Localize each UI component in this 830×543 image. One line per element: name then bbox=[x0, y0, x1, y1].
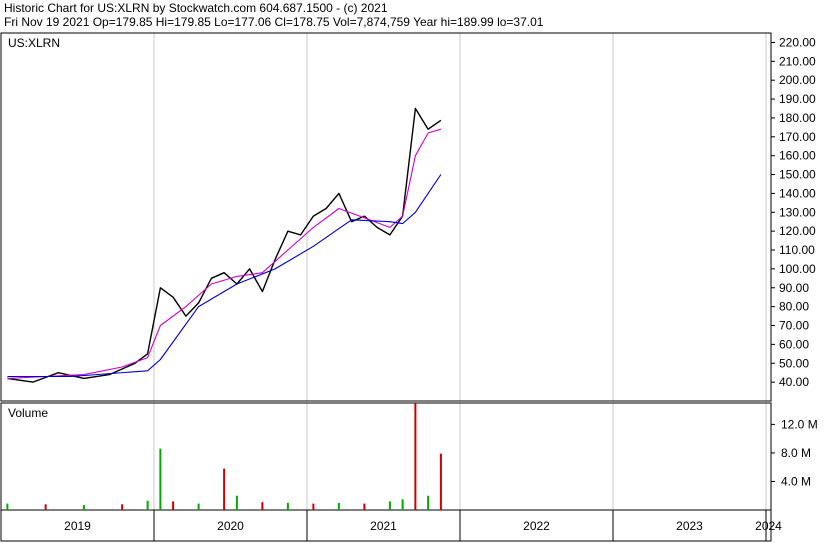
price-tick-label: 50.00 bbox=[779, 356, 809, 370]
price-series-line bbox=[7, 128, 442, 379]
year-label: 2022 bbox=[523, 519, 550, 533]
price-series-line bbox=[7, 107, 442, 383]
price-tick-label: 90.00 bbox=[779, 281, 809, 295]
price-tick-label: 150.00 bbox=[779, 168, 816, 182]
price-tick-label: 140.00 bbox=[779, 186, 816, 200]
year-label: 2024 bbox=[755, 519, 782, 533]
price-tick-label: 190.00 bbox=[779, 92, 816, 106]
price-tick-label: 70.00 bbox=[779, 319, 809, 333]
price-tick-label: 200.00 bbox=[779, 73, 816, 87]
price-panel-title: US:XLRN bbox=[8, 36, 60, 50]
volume-panel-title: Volume bbox=[8, 406, 48, 420]
volume-tick-label: 12.0 M bbox=[781, 417, 818, 431]
grid bbox=[153, 33, 767, 541]
volume-tick-label: 8.0 M bbox=[781, 446, 811, 460]
price-tick-label: 80.00 bbox=[779, 300, 809, 314]
year-label: 2023 bbox=[676, 519, 703, 533]
year-label: 2019 bbox=[64, 519, 91, 533]
price-tick-label: 110.00 bbox=[779, 243, 815, 257]
price-tick-label: 60.00 bbox=[779, 337, 809, 351]
price-tick-label: 160.00 bbox=[779, 149, 816, 163]
price-tick-label: 120.00 bbox=[779, 224, 816, 238]
volume-panel-frame bbox=[0, 402, 772, 511]
price-panel-frame bbox=[0, 32, 772, 402]
price-tick-label: 210.00 bbox=[779, 54, 816, 68]
price-series-line bbox=[7, 174, 442, 378]
volume-tick-label: 4.0 M bbox=[781, 474, 811, 488]
stock-chart: US:XLRN Volume 220.00 210.00 200.00 190.00 1… bbox=[0, 32, 818, 542]
price-tick-label: 220.00 bbox=[779, 35, 816, 49]
price-tick-label: 130.00 bbox=[779, 205, 816, 219]
price-tick-label: 100.00 bbox=[779, 262, 816, 276]
price-tick-label: 40.00 bbox=[779, 375, 809, 389]
volume-axis: 12.0 M 8.0 M 4.0 M bbox=[771, 417, 818, 488]
time-axis: 2019 2020 2021 2022 2023 2024 bbox=[64, 519, 782, 533]
chart-window: Historic Chart for US:XLRN by Stockwatch… bbox=[0, 0, 830, 543]
volume-bars bbox=[6, 403, 442, 510]
price-axis: 220.00 210.00 200.00 190.00 180.00 170.00 160.… bbox=[771, 35, 816, 389]
price-tick-label: 180.00 bbox=[779, 111, 816, 125]
price-series bbox=[7, 107, 442, 383]
plot-frames bbox=[0, 32, 772, 542]
year-label: 2020 bbox=[217, 519, 244, 533]
year-label: 2021 bbox=[370, 519, 397, 533]
price-tick-label: 170.00 bbox=[779, 130, 816, 144]
